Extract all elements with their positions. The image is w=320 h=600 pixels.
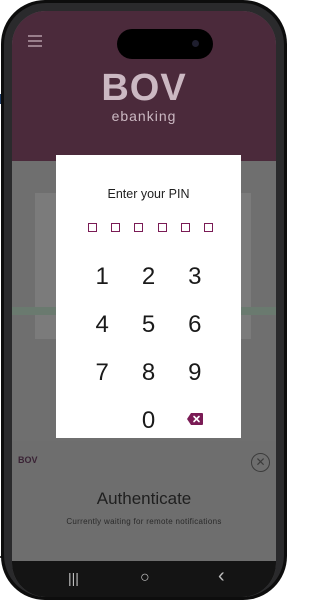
bov-mini-logo: BOV — [18, 455, 38, 465]
pin-keypad: 1 2 3 4 5 6 7 8 9 0 — [79, 258, 218, 450]
close-icon[interactable]: ✕ — [251, 453, 270, 472]
pin-digit-box — [180, 223, 190, 232]
key-3[interactable]: 3 — [172, 258, 218, 306]
key-9[interactable]: 9 — [172, 354, 218, 402]
backspace-icon — [186, 413, 203, 425]
pin-entry-boxes — [88, 223, 213, 235]
authenticate-subtitle: Currently waiting for remote notificatio… — [66, 517, 222, 526]
authenticate-panel: BOV ✕ Authenticate Currently waiting for… — [12, 441, 276, 561]
pin-digit-box — [111, 223, 121, 232]
phone-screen: BOV ebanking BOV ✕ Authenticate Currentl… — [12, 11, 276, 597]
pin-dialog: Enter your PIN 1 2 3 4 5 6 7 8 9 0 — [56, 155, 241, 438]
key-6[interactable]: 6 — [172, 306, 218, 354]
key-5[interactable]: 5 — [125, 306, 171, 354]
key-7[interactable]: 7 — [79, 354, 125, 402]
phone-frame: BOV ebanking BOV ✕ Authenticate Currentl… — [1, 0, 287, 600]
android-nav-bar: ||| ○ ‹ — [12, 561, 276, 597]
pin-digit-box — [203, 223, 213, 232]
authenticate-title: Authenticate — [96, 489, 192, 508]
key-4[interactable]: 4 — [79, 306, 125, 354]
camera-icon — [192, 40, 199, 47]
ebanking-label: ebanking — [111, 108, 177, 124]
key-0[interactable]: 0 — [125, 402, 171, 450]
key-2[interactable]: 2 — [125, 258, 171, 306]
pin-digit-box — [88, 223, 97, 232]
key-empty — [79, 402, 125, 450]
bov-logo: BOV — [101, 67, 187, 109]
dynamic-island — [117, 29, 213, 59]
delete-key[interactable] — [172, 402, 218, 450]
key-1[interactable]: 1 — [79, 258, 125, 306]
key-8[interactable]: 8 — [125, 354, 171, 402]
pin-digit-box — [157, 223, 167, 232]
pin-digit-box — [134, 223, 144, 232]
home-button[interactable]: ○ — [140, 569, 150, 587]
pin-dialog-title: Enter your PIN — [107, 187, 190, 201]
recents-button[interactable]: ||| — [68, 569, 79, 587]
back-button[interactable]: ‹ — [218, 566, 225, 586]
menu-icon[interactable] — [28, 35, 42, 50]
